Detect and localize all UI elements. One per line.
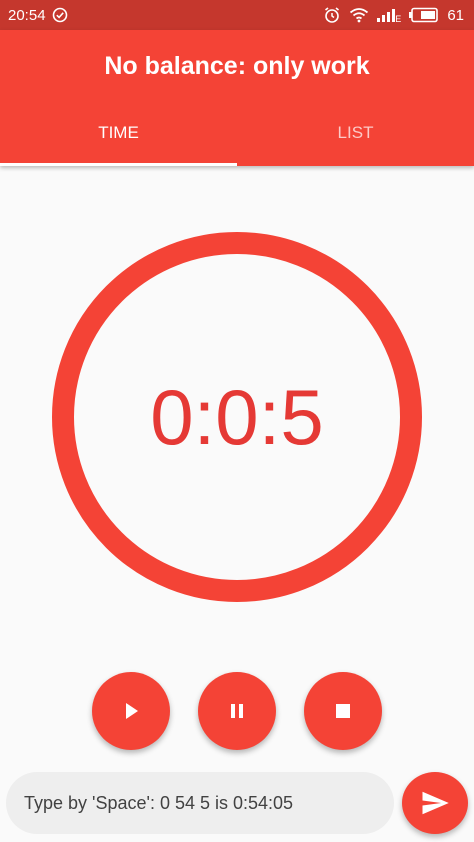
pause-icon <box>231 704 243 718</box>
alarm-icon <box>323 6 341 24</box>
status-left: 20:54 <box>8 7 68 24</box>
tab-list-label: LIST <box>337 123 374 142</box>
pause-button[interactable] <box>198 672 276 750</box>
play-button[interactable] <box>92 672 170 750</box>
app-bar: No balance: only work TIME LIST <box>0 30 474 166</box>
play-icon <box>126 703 138 719</box>
timer-display: 0:0:5 <box>150 372 324 461</box>
battery-icon <box>409 7 439 23</box>
network-type: E <box>395 14 402 24</box>
signal-icon: E <box>377 6 401 24</box>
send-icon <box>422 791 449 815</box>
tab-time-label: TIME <box>98 123 139 142</box>
battery-level: 61 <box>447 6 464 24</box>
app-title: No balance: only work <box>104 52 370 80</box>
check-circle-icon <box>52 7 68 23</box>
send-button[interactable] <box>402 772 468 834</box>
tab-indicator <box>0 163 237 166</box>
tab-list[interactable]: LIST <box>237 118 474 166</box>
status-time: 20:54 <box>8 6 46 24</box>
status-right: E 61 <box>323 6 464 24</box>
tab-time[interactable]: TIME <box>0 118 237 166</box>
time-input-container <box>6 772 394 834</box>
time-input[interactable] <box>22 791 378 815</box>
status-bar: 20:54 E 61 <box>0 0 474 30</box>
stop-icon <box>336 704 350 718</box>
wifi-icon <box>349 7 369 23</box>
stop-button[interactable] <box>304 672 382 750</box>
